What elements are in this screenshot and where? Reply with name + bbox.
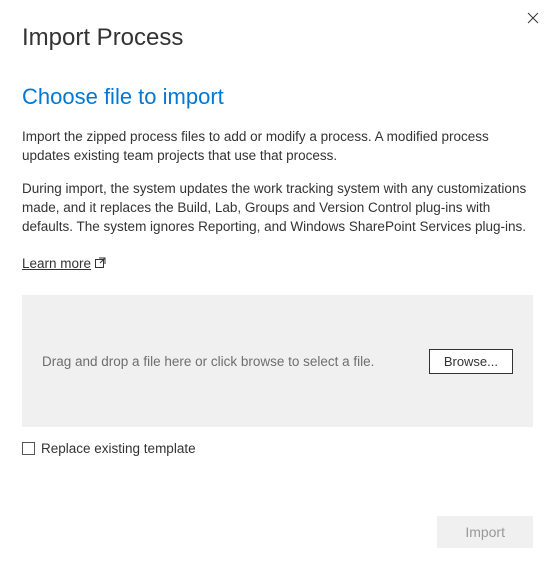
page-title: Import Process [22,24,533,52]
replace-template-checkbox[interactable] [22,442,35,455]
description-text-1: Import the zipped process files to add o… [22,128,533,166]
description-text-2: During import, the system updates the wo… [22,180,533,237]
file-dropzone[interactable]: Drag and drop a file here or click brows… [22,295,533,427]
section-title: Choose file to import [22,84,533,110]
close-icon [527,12,539,24]
browse-button[interactable]: Browse... [429,349,513,374]
import-button[interactable]: Import [437,516,533,548]
replace-template-label: Replace existing template [41,441,196,456]
replace-template-row: Replace existing template [22,441,533,456]
learn-more-label: Learn more [22,256,91,271]
dropzone-hint: Drag and drop a file here or click brows… [42,354,374,369]
close-button[interactable] [525,10,541,26]
external-link-icon [95,257,106,271]
learn-more-link[interactable]: Learn more [22,256,106,271]
